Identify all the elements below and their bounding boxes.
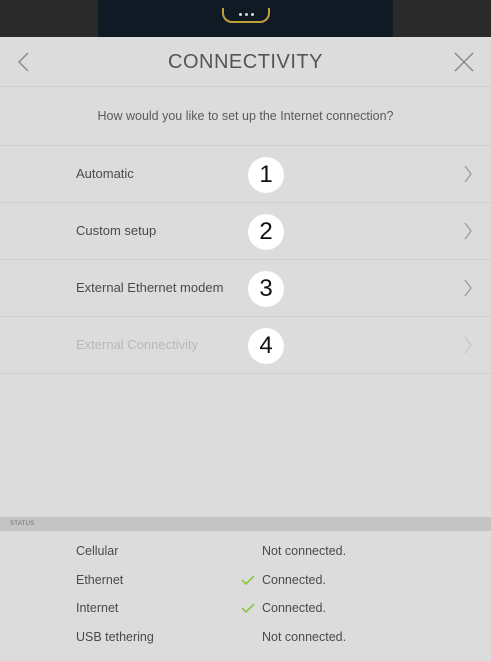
number-badge: 2 [248, 214, 284, 250]
option-label: External Ethernet modem [76, 280, 224, 295]
handle-dot [244, 13, 248, 16]
chevron-right-icon [464, 279, 472, 297]
status-row-cellular: Cellular Not connected. [0, 540, 491, 569]
option-label: Automatic [76, 166, 134, 181]
status-section-heading: STATUS [0, 517, 491, 531]
option-label: Custom setup [76, 223, 157, 238]
number-badge: 3 [248, 271, 284, 307]
number-badge: 1 [248, 157, 284, 193]
chevron-right-icon [464, 222, 472, 240]
status-name: Internet [76, 601, 119, 615]
connection-options-list: Automatic 1 Custom setup 2 External Ethe… [0, 146, 491, 374]
status-name: Cellular [76, 544, 119, 558]
status-value: Not connected. [262, 629, 347, 644]
handle-dot [250, 13, 254, 16]
option-label: External Connectivity [76, 337, 199, 352]
chevron-right-icon [464, 165, 472, 183]
status-value: Connected. [262, 572, 326, 587]
close-icon [454, 52, 474, 72]
checkmark-icon [241, 574, 255, 585]
device-bar-right-block [393, 0, 491, 37]
page-header: CONNECTIVITY [0, 37, 491, 87]
pull-down-handle[interactable] [222, 8, 270, 23]
status-row-usb-tethering: USB tethering Not connected. [0, 626, 491, 655]
option-automatic[interactable]: Automatic 1 [0, 146, 491, 203]
option-external-ethernet-modem[interactable]: External Ethernet modem 3 [0, 260, 491, 317]
device-bar-left-block [0, 0, 98, 37]
status-row-ethernet: Ethernet Connected. [0, 569, 491, 598]
status-value: Not connected. [262, 544, 347, 558]
status-name: Ethernet [76, 572, 124, 587]
option-custom-setup[interactable]: Custom setup 2 [0, 203, 491, 260]
status-list: Cellular Not connected. Ethernet Connect… [0, 540, 491, 654]
checkmark-icon [241, 603, 255, 614]
close-button[interactable] [449, 45, 479, 79]
status-name: USB tethering [76, 629, 154, 644]
page-title: CONNECTIVITY [168, 51, 323, 73]
status-row-internet: Internet Connected. [0, 597, 491, 626]
status-value: Connected. [262, 601, 326, 615]
chevron-right-icon [464, 336, 472, 354]
device-top-bar [0, 0, 491, 37]
handle-dot [238, 13, 242, 16]
option-external-connectivity: External Connectivity 4 [0, 317, 491, 374]
number-badge: 4 [248, 328, 284, 364]
setup-question: How would you like to set up the Interne… [0, 87, 491, 146]
